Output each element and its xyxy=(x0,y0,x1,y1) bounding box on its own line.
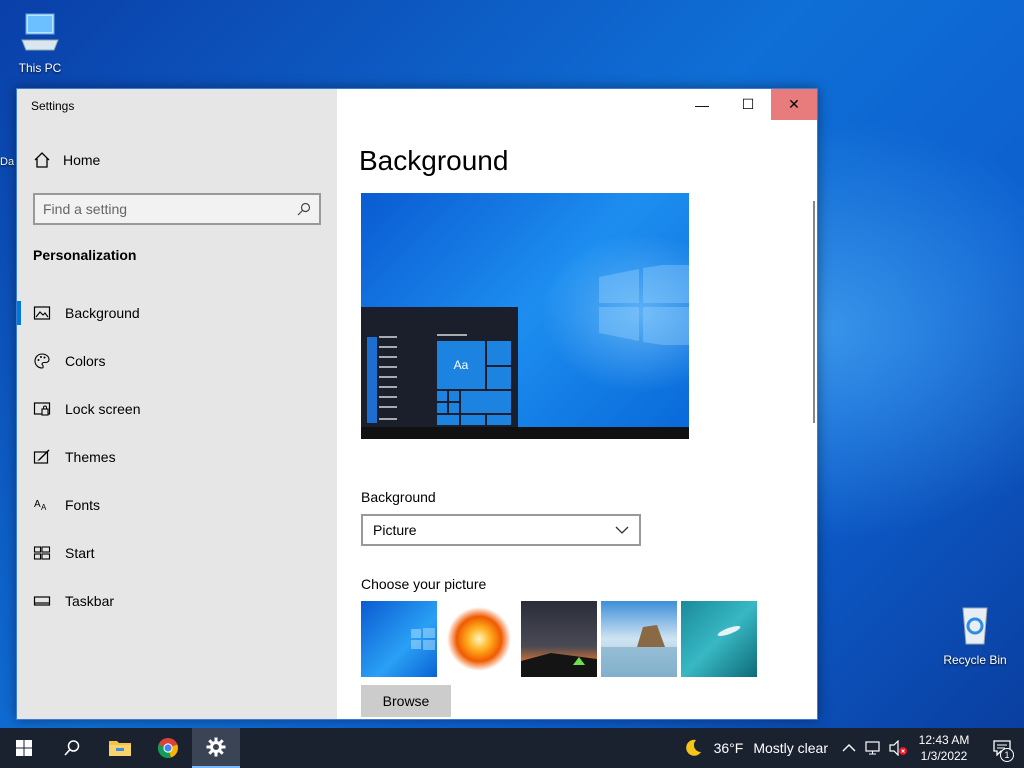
personalization-nav-list: Background Colors Lock screen Themes AA … xyxy=(17,289,337,625)
clock-date: 1/3/2022 xyxy=(920,749,968,763)
notification-count-badge: 1 xyxy=(1000,748,1014,762)
windows-logo-icon xyxy=(599,265,689,345)
action-center-button[interactable]: 1 xyxy=(980,728,1024,768)
fonts-icon: AA xyxy=(34,499,47,512)
clipped-desktop-label: Da xyxy=(0,156,15,168)
gear-icon xyxy=(206,737,226,757)
nav-item-taskbar[interactable]: Taskbar xyxy=(17,577,337,625)
svg-text:A: A xyxy=(34,499,41,510)
windows-start-icon xyxy=(16,740,32,756)
preview-taskbar xyxy=(361,427,689,439)
chevron-up-icon[interactable] xyxy=(842,743,856,753)
search-icon xyxy=(297,202,311,216)
page-title: Background xyxy=(359,145,509,176)
chrome-button[interactable] xyxy=(144,728,192,768)
file-explorer-button[interactable] xyxy=(96,728,144,768)
nav-item-label: Colors xyxy=(65,353,106,369)
nav-item-colors[interactable]: Colors xyxy=(17,337,337,385)
system-tray: 36°F Mostly clear 12:43 AM 1/3/2022 1 xyxy=(682,728,1024,768)
recycle-bin-icon xyxy=(962,607,988,645)
nav-item-label: Themes xyxy=(65,449,116,465)
computer-icon xyxy=(21,13,59,51)
taskbar-search-button[interactable] xyxy=(48,728,96,768)
clock-time: 12:43 AM xyxy=(918,733,970,747)
palette-icon xyxy=(34,353,50,369)
themes-icon xyxy=(33,449,50,464)
choose-picture-label: Choose your picture xyxy=(361,576,487,592)
nav-item-label: Background xyxy=(65,305,140,321)
weather-temp[interactable]: 36°F xyxy=(714,740,744,756)
settings-search-box[interactable] xyxy=(33,193,321,225)
taskbar-icon xyxy=(33,596,51,606)
picture-thumbnails xyxy=(361,601,757,677)
folder-icon xyxy=(109,741,131,756)
background-preview: Aa xyxy=(361,193,689,439)
nav-item-label: Fonts xyxy=(65,497,101,513)
moon-weather-icon xyxy=(685,739,701,756)
nav-item-label: Lock screen xyxy=(65,401,141,417)
recycle-bin-label: Recycle Bin xyxy=(943,653,1007,667)
thumbnail-fire-burst[interactable] xyxy=(441,601,517,677)
svg-text:A: A xyxy=(41,503,47,512)
nav-item-background[interactable]: Background xyxy=(17,289,337,337)
window-controls: — ☐ ✕ xyxy=(679,89,817,120)
network-icon[interactable] xyxy=(864,740,882,756)
chevron-down-icon xyxy=(615,526,629,534)
picture-icon xyxy=(33,306,51,320)
nav-item-lock-screen[interactable]: Lock screen xyxy=(17,385,337,433)
settings-taskbar-button[interactable] xyxy=(192,728,240,768)
settings-window: Settings Home Personalization Background… xyxy=(16,88,818,720)
search-icon xyxy=(64,740,80,756)
close-button[interactable]: ✕ xyxy=(771,89,817,120)
lock-screen-icon xyxy=(33,402,51,416)
nav-item-label: Taskbar xyxy=(65,593,115,609)
recycle-bin-desktop-icon[interactable]: Recycle Bin xyxy=(935,602,1015,667)
settings-nav-pane: Settings Home Personalization Background… xyxy=(17,89,337,719)
nav-item-fonts[interactable]: AA Fonts xyxy=(17,481,337,529)
start-icon xyxy=(33,546,51,560)
section-title: Personalization xyxy=(33,247,137,263)
clock[interactable]: 12:43 AM 1/3/2022 xyxy=(908,732,980,764)
home-link[interactable]: Home xyxy=(33,151,100,169)
thumbnail-underwater-swimmer[interactable] xyxy=(681,601,757,677)
chrome-icon xyxy=(157,738,178,759)
content-scrollbar[interactable] xyxy=(813,201,815,423)
window-title: Settings xyxy=(31,99,75,113)
browse-button[interactable]: Browse xyxy=(361,685,451,717)
thumbnail-beach-rock[interactable] xyxy=(601,601,677,677)
search-input[interactable] xyxy=(43,201,297,217)
this-pc-label: This PC xyxy=(18,61,62,75)
nav-item-label: Start xyxy=(65,545,95,561)
this-pc-desktop-icon[interactable]: This PC xyxy=(0,10,80,75)
thumbnail-night-sky-tent[interactable] xyxy=(521,601,597,677)
background-type-label: Background xyxy=(361,489,436,505)
background-type-value: Picture xyxy=(373,522,417,538)
preview-tile-text: Aa xyxy=(454,358,469,372)
volume-muted-icon[interactable] xyxy=(888,740,908,756)
settings-content-pane: — ☐ ✕ Background Aa Background Picture C… xyxy=(337,89,817,719)
taskbar: 36°F Mostly clear 12:43 AM 1/3/2022 1 xyxy=(0,728,1024,768)
maximize-button[interactable]: ☐ xyxy=(725,89,771,120)
home-label: Home xyxy=(63,152,101,168)
preview-start-menu: Aa xyxy=(361,307,518,427)
thumbnail-windows-blue[interactable] xyxy=(361,601,437,677)
home-icon xyxy=(34,152,50,168)
minimize-button[interactable]: — xyxy=(679,89,725,120)
preview-start-menu-detail: Aa xyxy=(367,334,511,425)
nav-item-themes[interactable]: Themes xyxy=(17,433,337,481)
background-type-dropdown[interactable]: Picture xyxy=(361,514,641,546)
nav-item-start[interactable]: Start xyxy=(17,529,337,577)
start-button[interactable] xyxy=(0,728,48,768)
weather-description[interactable]: Mostly clear xyxy=(753,740,828,756)
